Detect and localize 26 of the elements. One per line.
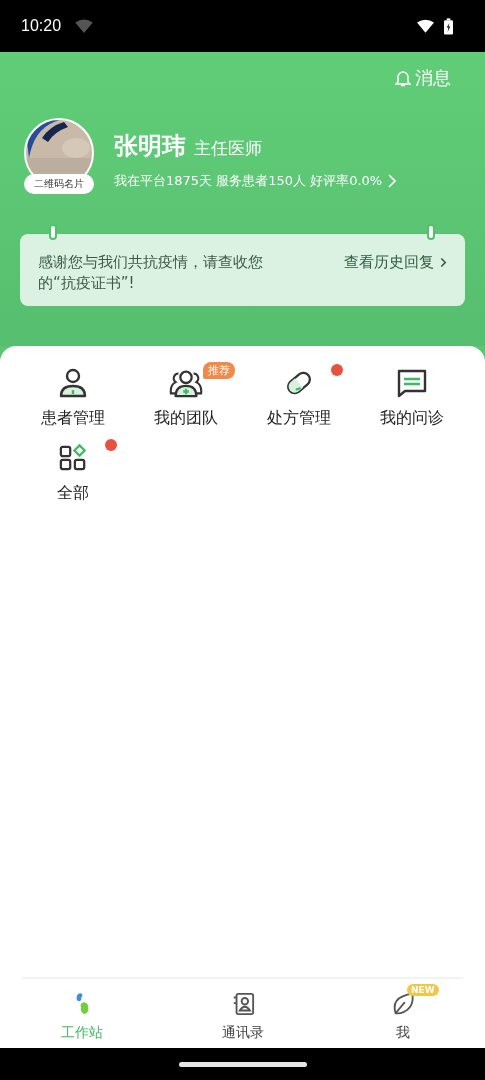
- wifi-icon: [417, 19, 434, 33]
- bell-icon: [395, 69, 411, 87]
- home-indicator[interactable]: [178, 1061, 307, 1067]
- tab-item[interactable]: NEW 我: [343, 981, 463, 1042]
- recommend-badge: 推荐: [202, 362, 235, 379]
- status-time: 10:20: [21, 17, 62, 35]
- battery-icon: [444, 17, 453, 35]
- chevron-right-icon: [440, 257, 447, 268]
- history-link[interactable]: 查看历史回复: [344, 252, 447, 273]
- binder-ring-icon: [427, 224, 435, 240]
- shortcut-item[interactable]: 患者管理: [16, 366, 129, 429]
- leaf-icon: [391, 992, 415, 1016]
- tab-item[interactable]: 通讯录: [182, 981, 303, 1042]
- binder-ring-icon: [49, 224, 57, 240]
- shortcut-item[interactable]: 处方管理: [242, 366, 355, 429]
- doctor-title: 主任医师: [194, 137, 262, 160]
- shortcut-item[interactable]: 我的问诊: [355, 366, 468, 429]
- new-badge: NEW: [407, 984, 439, 996]
- wifi-icon: [75, 19, 94, 33]
- chevron-right-icon: [388, 174, 397, 188]
- notice-text: 感谢您与我们共抗疫情，请查收您的“抗疫证书”!: [38, 252, 264, 294]
- apps-grid-icon: [58, 444, 87, 472]
- shortcut-item[interactable]: 全部: [16, 441, 129, 504]
- qr-card-button[interactable]: 二维码名片: [24, 174, 94, 194]
- chat-icon: [395, 367, 428, 399]
- doctor-name: 张明玮: [114, 131, 186, 162]
